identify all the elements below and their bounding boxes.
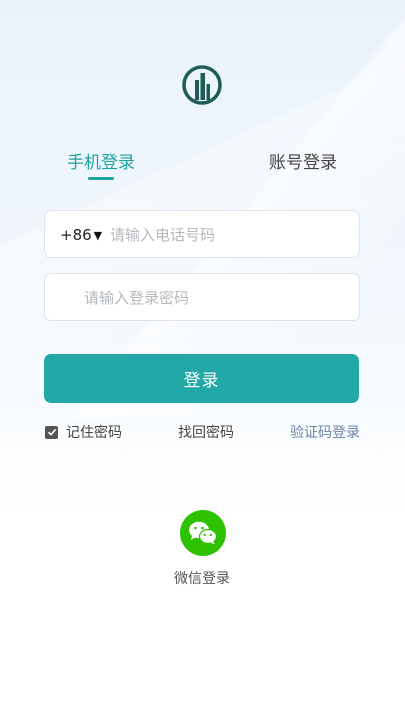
tab-phone-login[interactable]: 手机登录	[67, 148, 135, 173]
caret-down-icon: ▼	[93, 228, 103, 242]
app-logo-icon	[182, 65, 222, 105]
wechat-login-button[interactable]	[180, 510, 226, 556]
remember-password[interactable]: 记住密码	[45, 422, 122, 442]
wechat-login-label: 微信登录	[174, 571, 230, 587]
login-button[interactable]: 登录	[44, 354, 359, 403]
country-code-value: +86	[60, 226, 92, 244]
remember-label: 记住密码	[66, 425, 122, 441]
country-code-select[interactable]: +86 ▼	[60, 226, 102, 244]
password-input[interactable]	[82, 274, 352, 322]
checkbox-checked-icon[interactable]	[45, 425, 58, 439]
tab-account-login[interactable]: 账号登录	[269, 148, 337, 173]
code-login-link[interactable]: 验证码登录	[290, 422, 360, 442]
login-tabs: 手机登录 账号登录	[0, 148, 405, 188]
login-options: 记住密码 找回密码 验证码登录	[0, 422, 405, 442]
phone-input[interactable]	[108, 211, 352, 259]
phone-field: +86 ▼	[44, 210, 360, 259]
forgot-password-link[interactable]: 找回密码	[178, 422, 234, 442]
wechat-icon	[189, 521, 218, 545]
checkmark-icon	[47, 428, 56, 436]
password-field	[44, 273, 360, 322]
active-tab-indicator	[88, 177, 114, 180]
